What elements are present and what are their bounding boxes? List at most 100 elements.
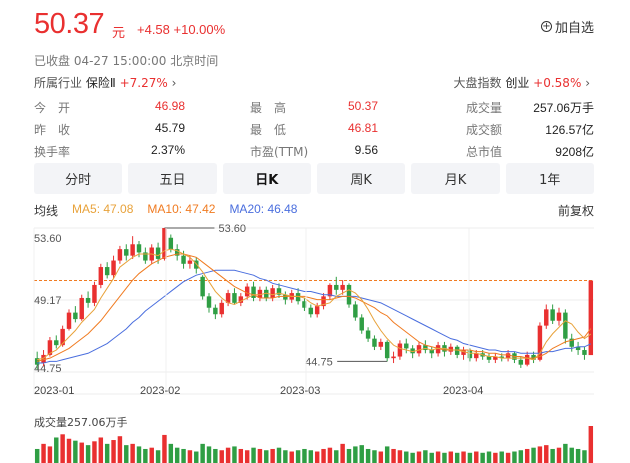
kline-chart[interactable]: 53.60 49.17 44.75 53.60 44.75 2023-01 2023-02 2… bbox=[0, 222, 630, 412]
volume-bar bbox=[334, 450, 339, 463]
candle-body bbox=[340, 284, 345, 290]
candle-body bbox=[92, 284, 97, 303]
volume-bar bbox=[531, 447, 536, 463]
industry-link[interactable]: 所属行业 保险Ⅱ +7.27% › bbox=[34, 74, 176, 91]
volume-bar bbox=[518, 450, 524, 463]
index-name: 创业 bbox=[505, 76, 530, 90]
candle-body bbox=[346, 284, 352, 305]
price-change: +4.58 +10.00% bbox=[137, 22, 226, 37]
x-tick-label: 2023-03 bbox=[280, 385, 320, 397]
volume-bar bbox=[162, 434, 167, 463]
ma-legend: 均线 MA5: 47.08 MA10: 47.42 MA20: 46.48 bbox=[34, 202, 297, 219]
ma10-line bbox=[37, 253, 592, 362]
volume-bar bbox=[575, 448, 581, 463]
volume-bar bbox=[283, 450, 288, 463]
volume-bar bbox=[174, 447, 180, 463]
volume-bar bbox=[289, 451, 294, 463]
tab-0[interactable]: 分时 bbox=[34, 163, 123, 194]
volume-bar bbox=[404, 451, 409, 463]
candle-body bbox=[563, 312, 568, 339]
candle-body bbox=[524, 354, 530, 365]
tab-3[interactable]: 周K bbox=[316, 163, 406, 194]
high-marker-label: 53.60 bbox=[218, 223, 246, 235]
volume-bar bbox=[384, 446, 390, 463]
volume-bar bbox=[219, 450, 224, 463]
candle-body bbox=[54, 340, 59, 346]
stat-label: 今 开 bbox=[34, 101, 71, 115]
candle-body bbox=[365, 330, 371, 339]
tab-1[interactable]: 五日 bbox=[128, 163, 217, 194]
volume-bar bbox=[47, 446, 53, 463]
volume-bar bbox=[41, 443, 46, 463]
volume-bar bbox=[397, 450, 403, 463]
volume-bar bbox=[257, 448, 263, 463]
candle-body bbox=[79, 297, 84, 320]
volume-bar bbox=[308, 450, 314, 463]
y-tick-label: 53.60 bbox=[34, 233, 62, 245]
volume-bar bbox=[168, 443, 174, 463]
candle-body bbox=[60, 328, 65, 346]
stat-value: 126.57亿 bbox=[545, 123, 594, 137]
tab-5[interactable]: 1年 bbox=[505, 163, 594, 194]
stat-value: 257.06万手 bbox=[533, 101, 594, 115]
volume-bar bbox=[187, 450, 193, 463]
stat-value: 50.37 bbox=[347, 99, 378, 113]
candle-body bbox=[104, 267, 110, 276]
candle-body bbox=[518, 359, 524, 365]
x-tick-label: 2023-01 bbox=[34, 385, 74, 397]
y-tick-label: 49.17 bbox=[34, 295, 62, 307]
volume-bar bbox=[98, 437, 104, 463]
volume-bar bbox=[251, 447, 256, 463]
market-status: 已收盘 04-27 15:00:00 北京时间 bbox=[34, 54, 219, 68]
ma10-value: MA10: 47.42 bbox=[147, 202, 216, 216]
volume-bar bbox=[454, 452, 460, 463]
candle-body bbox=[232, 293, 237, 303]
candle-body bbox=[85, 297, 91, 303]
add-watchlist-button[interactable]: + 加自选 bbox=[541, 17, 594, 36]
volume-bar bbox=[442, 452, 447, 463]
candle-body bbox=[384, 341, 390, 359]
candle-body bbox=[391, 356, 396, 359]
volume-bar bbox=[474, 451, 479, 463]
stat-value: 45.79 bbox=[154, 121, 185, 135]
tab-4[interactable]: 月K bbox=[411, 163, 500, 194]
volume-bar bbox=[130, 443, 135, 463]
volume-bar bbox=[423, 450, 428, 463]
volume-bar bbox=[244, 450, 250, 463]
adjust-button[interactable]: 前复权 bbox=[558, 202, 594, 219]
volume-bar bbox=[327, 447, 333, 463]
volume-bar bbox=[111, 440, 116, 463]
volume-bar bbox=[537, 446, 543, 463]
volume-bar bbox=[66, 438, 72, 463]
candle-body bbox=[244, 286, 250, 297]
volume-bar bbox=[563, 443, 568, 463]
volume-bar bbox=[582, 450, 587, 463]
candle-body bbox=[66, 312, 72, 329]
volume-bar bbox=[136, 446, 142, 463]
volume-bar bbox=[124, 445, 129, 463]
candle-body bbox=[117, 249, 123, 261]
volume-bar bbox=[410, 452, 415, 463]
candle-body bbox=[155, 247, 161, 259]
candle-body bbox=[404, 343, 409, 349]
volume-bar bbox=[200, 443, 205, 463]
volume-bar bbox=[499, 451, 504, 463]
volume-bar bbox=[340, 443, 345, 463]
candle-body bbox=[372, 338, 377, 347]
index-pct: +0.58% bbox=[533, 76, 582, 90]
market-index-link[interactable]: 大盘指数 创业 +0.58% › bbox=[453, 74, 590, 91]
volume-bar bbox=[117, 436, 123, 463]
ma5-value: MA5: 47.08 bbox=[72, 202, 134, 216]
volume-bar bbox=[302, 448, 307, 463]
volume-bar bbox=[34, 448, 40, 463]
industry-pct: +7.27% bbox=[119, 76, 168, 90]
candle-body bbox=[98, 267, 104, 285]
volume-bar bbox=[378, 451, 384, 463]
tab-2[interactable]: 日K bbox=[222, 163, 311, 194]
ma20-line bbox=[37, 269, 592, 364]
volume-bar bbox=[588, 426, 594, 463]
volume-bar bbox=[493, 452, 498, 463]
volume-bar bbox=[416, 451, 422, 463]
add-watchlist-label: 加自选 bbox=[555, 21, 595, 36]
candle-body bbox=[378, 341, 384, 347]
